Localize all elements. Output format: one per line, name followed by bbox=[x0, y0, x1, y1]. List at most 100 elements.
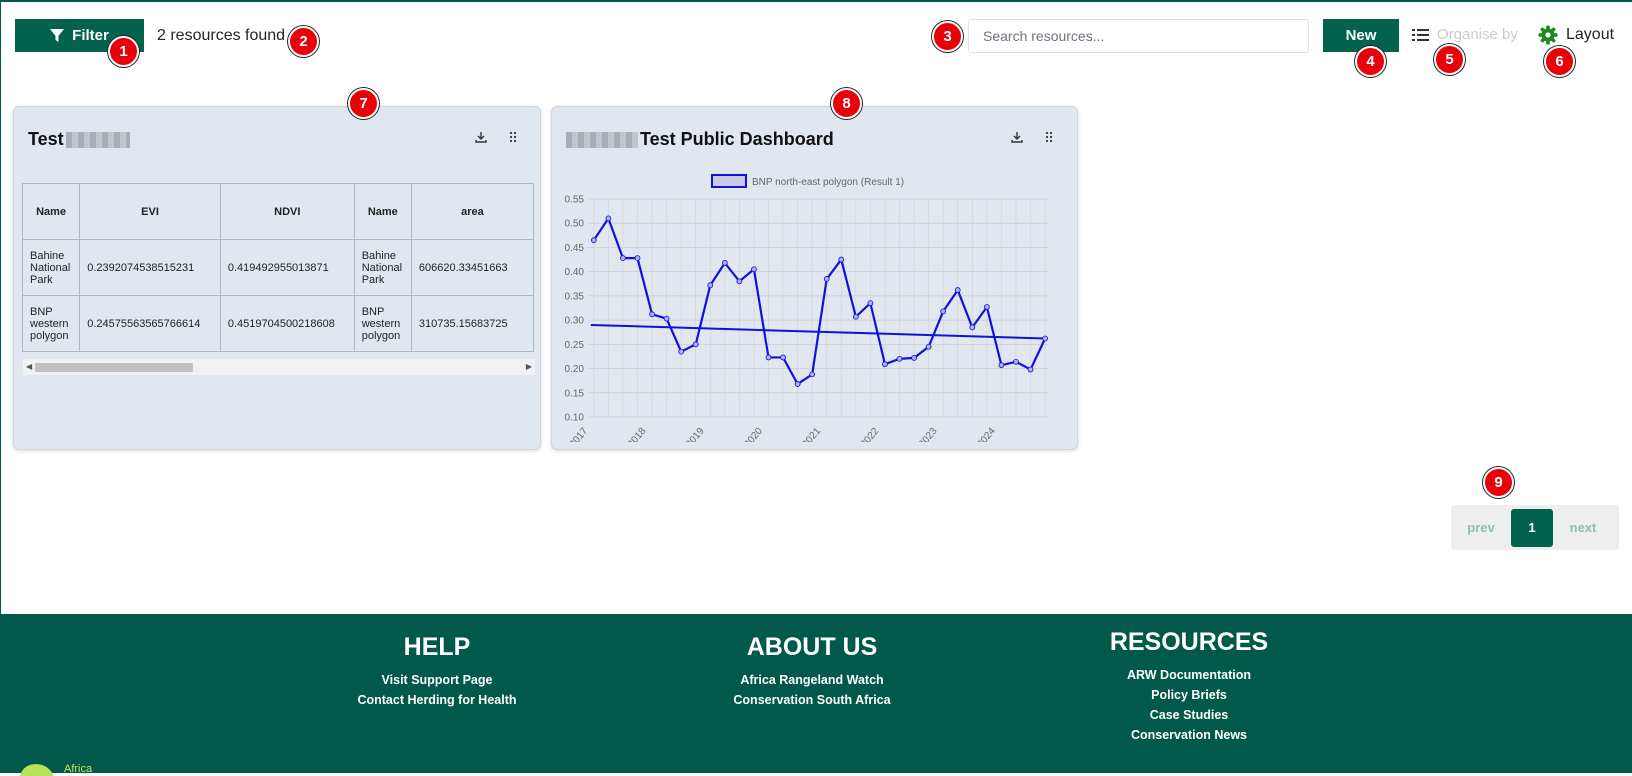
footer-link[interactable]: Case Studies bbox=[1079, 705, 1299, 725]
data-table-wrapper: Name EVI NDVI Name area Bahine National … bbox=[22, 183, 534, 359]
organise-by-label: Organise by bbox=[1437, 26, 1518, 43]
footer-resources-title: RESOURCES bbox=[1109, 628, 1269, 656]
card-tools bbox=[475, 131, 517, 143]
x-tick-label: 2017 bbox=[568, 426, 591, 442]
new-button-label: New bbox=[1345, 27, 1377, 44]
layout-button[interactable]: Layout bbox=[1538, 25, 1614, 45]
table-cell: 606620.33451663 bbox=[410, 239, 534, 296]
table-cell: 310735.15683725 bbox=[410, 295, 534, 352]
data-point bbox=[692, 341, 699, 348]
footer-link[interactable]: Visit Support Page bbox=[327, 670, 547, 690]
table-row: BNP western polygon 0.24575563565766614 … bbox=[22, 295, 534, 352]
column-header: Name bbox=[22, 183, 81, 240]
annotation-badge: 7 bbox=[348, 88, 379, 119]
data-point bbox=[721, 260, 728, 266]
pagination-next[interactable]: next bbox=[1553, 520, 1613, 535]
table-cell: Bahine National Park bbox=[353, 239, 412, 296]
x-tick-label: 2019 bbox=[684, 426, 707, 442]
download-icon[interactable] bbox=[1011, 131, 1023, 143]
organise-by-button[interactable]: Organise by bbox=[1412, 26, 1518, 43]
footer-link[interactable]: Conservation News bbox=[1079, 725, 1299, 745]
redacted-text bbox=[566, 131, 638, 148]
table-header-row: Name EVI NDVI Name area bbox=[22, 183, 534, 240]
scroll-right-icon[interactable]: ▶ bbox=[526, 362, 532, 371]
card-tools bbox=[1011, 131, 1053, 143]
annotation-badge: 4 bbox=[1355, 46, 1386, 77]
y-tick-label: 0.50 bbox=[565, 219, 585, 230]
footer: HELP Visit Support Page Contact Herding … bbox=[0, 614, 1632, 776]
data-point bbox=[882, 361, 888, 368]
annotation-badge: 2 bbox=[288, 26, 319, 57]
drag-handle-icon[interactable] bbox=[509, 131, 517, 143]
resource-card-table[interactable]: Test Name EVI NDVI Name area Bahine Nati… bbox=[13, 106, 541, 450]
column-header: EVI bbox=[79, 183, 221, 240]
footer-resources: RESOURCES ARW Documentation Policy Brief… bbox=[1079, 628, 1299, 745]
footer-link[interactable]: Conservation South Africa bbox=[702, 690, 922, 710]
scroll-left-icon[interactable]: ◀ bbox=[26, 362, 32, 371]
footer-link[interactable]: Policy Briefs bbox=[1079, 685, 1299, 705]
y-tick-label: 0.15 bbox=[565, 388, 585, 399]
data-point bbox=[707, 282, 714, 289]
resource-count: 2 resources found bbox=[157, 27, 286, 44]
annotation-badge: 3 bbox=[932, 21, 963, 52]
data-point bbox=[649, 311, 655, 318]
africa-map-icon bbox=[20, 764, 54, 776]
data-point bbox=[1013, 358, 1019, 365]
table-cell: 0.24575563565766614 bbox=[79, 295, 221, 352]
drag-handle-icon[interactable] bbox=[1045, 131, 1053, 143]
y-tick-label: 0.55 bbox=[565, 195, 585, 206]
y-tick-label: 0.25 bbox=[565, 340, 585, 351]
footer-help: HELP Visit Support Page Contact Herding … bbox=[327, 633, 547, 710]
annotation-badge: 1 bbox=[108, 36, 139, 67]
annotation-badge: 6 bbox=[1544, 46, 1575, 77]
horizontal-scrollbar[interactable]: ◀ ▶ bbox=[23, 359, 535, 375]
x-tick-label: 2023 bbox=[917, 426, 940, 442]
x-tick-label: 2021 bbox=[800, 426, 823, 442]
download-icon[interactable] bbox=[475, 131, 487, 143]
data-table: Name EVI NDVI Name area Bahine National … bbox=[22, 183, 534, 352]
table-cell: BNP western polygon bbox=[22, 295, 81, 352]
footer-link[interactable]: Africa Rangeland Watch bbox=[702, 670, 922, 690]
redacted-text bbox=[65, 131, 130, 148]
data-point bbox=[940, 308, 947, 315]
footer-link[interactable]: Contact Herding for Health bbox=[327, 690, 547, 710]
data-point bbox=[954, 287, 961, 293]
annotation-badge: 9 bbox=[1483, 467, 1514, 498]
data-point bbox=[765, 354, 772, 361]
footer-link[interactable]: ARW Documentation bbox=[1079, 665, 1299, 685]
data-point bbox=[663, 315, 670, 322]
pagination-prev[interactable]: prev bbox=[1451, 520, 1511, 535]
data-point bbox=[794, 381, 801, 387]
data-point bbox=[605, 215, 612, 222]
data-point bbox=[678, 348, 685, 355]
legend-swatch bbox=[711, 174, 747, 188]
x-tick-label: 2020 bbox=[742, 426, 765, 442]
column-header: area bbox=[410, 183, 534, 240]
scrollbar-thumb[interactable] bbox=[35, 363, 193, 372]
data-point bbox=[911, 354, 917, 361]
data-point bbox=[852, 313, 859, 320]
search-input[interactable] bbox=[968, 19, 1309, 53]
new-button[interactable]: New bbox=[1323, 19, 1399, 52]
y-tick-label: 0.45 bbox=[565, 243, 585, 254]
data-point bbox=[823, 276, 830, 282]
data-point bbox=[1042, 335, 1048, 342]
footer-logo-text: Africa bbox=[64, 763, 93, 775]
table-cell: BNP western polygon bbox=[353, 295, 412, 352]
resource-card-chart[interactable]: Test Public Dashboard BNP north-east pol… bbox=[551, 106, 1078, 450]
data-point bbox=[983, 304, 990, 310]
annotation-badge: 8 bbox=[831, 88, 862, 119]
pagination-page-current[interactable]: 1 bbox=[1511, 508, 1553, 547]
column-header: NDVI bbox=[219, 183, 355, 240]
card-title: Test bbox=[28, 129, 130, 150]
data-point bbox=[751, 266, 757, 273]
x-tick-label: 2024 bbox=[975, 426, 998, 442]
line-chart: BNP north-east polygon (Result 1) 0.55 0.5… bbox=[565, 174, 1048, 442]
card-title-text: Test bbox=[28, 129, 64, 149]
data-point bbox=[1027, 366, 1034, 373]
footer-help-title: HELP bbox=[403, 633, 471, 661]
footer-logo[interactable]: Africa bbox=[18, 762, 92, 776]
table-row: Bahine National Park 0.2392074538515231 … bbox=[22, 239, 534, 296]
top-border bbox=[0, 0, 1632, 2]
table-cell: Bahine National Park bbox=[22, 239, 81, 296]
